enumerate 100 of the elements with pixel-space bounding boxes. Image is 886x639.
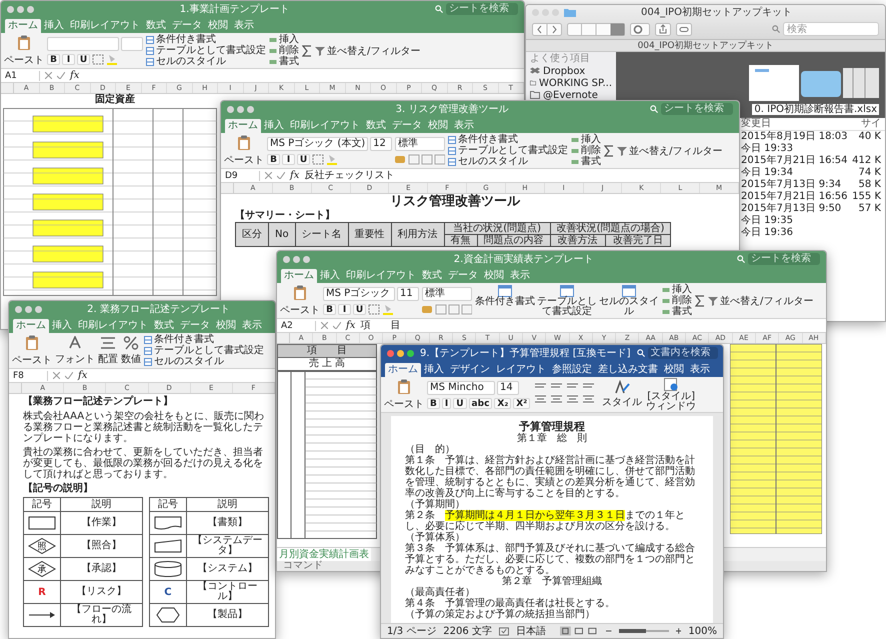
sort-filter-button[interactable]: 並べ替え/フィルター [617,144,723,158]
cell-reference-field[interactable]: D9 [225,170,260,180]
cell-menu-button[interactable]: 書式 [662,306,692,317]
border-icon[interactable] [368,304,380,314]
format-button[interactable]: B [427,398,440,408]
number-format-field[interactable]: 標準 [422,286,472,300]
cell-menu-button[interactable]: 削除 [571,145,602,156]
style-menu-button[interactable]: セルのスタイル [144,356,264,367]
sidebar-item[interactable]: Dropbox [530,65,612,77]
search-field[interactable]: 検索 [783,22,879,36]
format-button[interactable]: B [267,154,280,164]
check-icon[interactable] [57,72,65,79]
styles-button[interactable]: スタイル [602,380,642,409]
paste-button[interactable]: ペースト [224,134,264,166]
cell-menu-button[interactable]: 挿入 [571,134,602,145]
paste-button[interactable]: ペースト [280,284,320,316]
search-field[interactable]: シートを検索 [446,3,518,15]
paste-button[interactable]: ペースト [4,34,44,66]
ribbon-group-button[interactable]: 数値 [121,336,141,366]
font-name-field[interactable]: MS Pゴシック [323,286,395,300]
ribbon-tab[interactable]: 校閲 [661,363,687,377]
style-gallery-button[interactable]: テーブルとして書式設定 [537,284,597,316]
ribbon-tab[interactable]: 差し込み文書 [595,363,661,377]
cell-menu-button[interactable]: 書式 [269,56,299,67]
cell-menu-button[interactable]: 削除 [662,295,692,306]
format-button[interactable]: I [62,54,75,64]
border-icon[interactable] [92,54,104,64]
cell-menu-button[interactable]: 挿入 [662,284,692,295]
ribbon-tab[interactable]: 挿入 [421,363,447,377]
format-button[interactable]: I [282,154,295,164]
fill-color-icon[interactable] [106,54,118,64]
font-size-field[interactable]: 12 [370,136,392,150]
fill-color-icon[interactable] [326,154,338,164]
proofing-icon[interactable] [498,626,509,636]
style-menu-button[interactable]: 条件付き書式 [448,134,568,145]
ribbon-group-button[interactable]: フォント [55,336,95,366]
number-format-field[interactable]: 標準 [395,136,446,150]
autosum-icon[interactable] [302,44,312,56]
view-switcher-icon[interactable] [567,22,625,36]
font-size-field[interactable] [121,36,143,50]
formula-field[interactable]: 項 目 [360,320,822,332]
ribbon-tab[interactable]: ホーム [385,363,421,377]
ribbon-tab[interactable]: レイアウト [493,363,549,377]
language-label[interactable]: 日本語 [516,624,546,638]
style-menu-button[interactable]: テーブルとして書式設定 [146,45,266,56]
format-button[interactable]: X₂ [494,398,512,408]
style-menu-button[interactable]: テーブルとして書式設定 [448,145,568,156]
search-field[interactable]: シートを検索 [661,103,733,115]
ribbon-tab[interactable]: ホーム [5,19,41,33]
format-button[interactable]: abc [468,398,492,408]
font-size-field[interactable]: 14 [497,380,519,394]
sidebar-item[interactable]: WORKING SP... [530,77,612,89]
paste-button[interactable]: ペースト [12,334,52,366]
font-size-field[interactable]: 11 [397,286,419,300]
sort-filter-button[interactable]: 並べ替え/フィルター [315,44,420,58]
font-name-field[interactable]: MS Mincho [427,380,495,394]
format-button[interactable]: B [323,304,336,314]
check-icon[interactable] [277,172,285,179]
ribbon-group-button[interactable]: 配置 [98,336,118,366]
format-button[interactable]: U [353,304,366,314]
window-controls-icon[interactable] [283,256,310,262]
format-button[interactable]: U [77,54,90,64]
cell-menu-button[interactable]: 挿入 [269,34,299,45]
styles-pane-button[interactable]: [スタイル] ウィンドウ [645,378,698,412]
ribbon-tab[interactable]: ホーム [225,119,261,133]
sort-filter-button[interactable]: 並べ替え/フィルター [708,294,814,308]
style-menu-button[interactable]: セルのスタイル [146,56,266,67]
format-button[interactable]: B [47,54,60,64]
cell-menu-button[interactable]: 書式 [571,156,602,167]
ribbon-tab[interactable]: デザイン [447,363,493,377]
zoom-in-icon[interactable] [676,628,682,634]
style-menu-button[interactable]: セルのスタイル [448,156,568,167]
column-header[interactable]: 変更日 [741,118,849,130]
style-gallery-button[interactable]: 条件付き書式 [475,284,535,316]
sidebar-item[interactable]: @Evernote [530,89,612,101]
format-button[interactable]: U [453,398,467,408]
cancel-icon[interactable] [321,322,328,329]
window-controls-icon[interactable] [15,306,42,312]
font-name-field[interactable]: MS Pゴシック (本文) [267,136,368,150]
check-icon[interactable] [65,372,73,379]
format-button[interactable]: I [442,398,452,408]
fill-color-icon[interactable] [382,304,394,314]
back-forward-icon[interactable] [532,22,562,36]
number-buttons-drawing[interactable] [422,304,472,314]
cell-menu-button[interactable]: 削除 [269,45,299,56]
font-name-field[interactable] [47,36,119,50]
ribbon-tab[interactable]: ホーム [13,319,49,333]
style-gallery-button[interactable]: セルのスタイル [599,284,659,316]
format-button[interactable]: I [338,304,351,314]
cancel-icon[interactable] [265,172,272,179]
search-field[interactable]: シートを検索 [748,253,820,265]
ribbon-tab[interactable]: ホーム [281,269,317,283]
view-mode-icon[interactable] [560,626,600,636]
cell-reference-field[interactable]: F8 [13,370,48,380]
cancel-icon[interactable] [53,372,60,379]
cell-reference-field[interactable]: A1 [5,70,40,80]
column-header[interactable]: サイ [849,118,881,130]
paste-button[interactable]: ペースト [384,378,424,410]
border-icon[interactable] [312,154,324,164]
format-button[interactable]: U [297,154,310,164]
